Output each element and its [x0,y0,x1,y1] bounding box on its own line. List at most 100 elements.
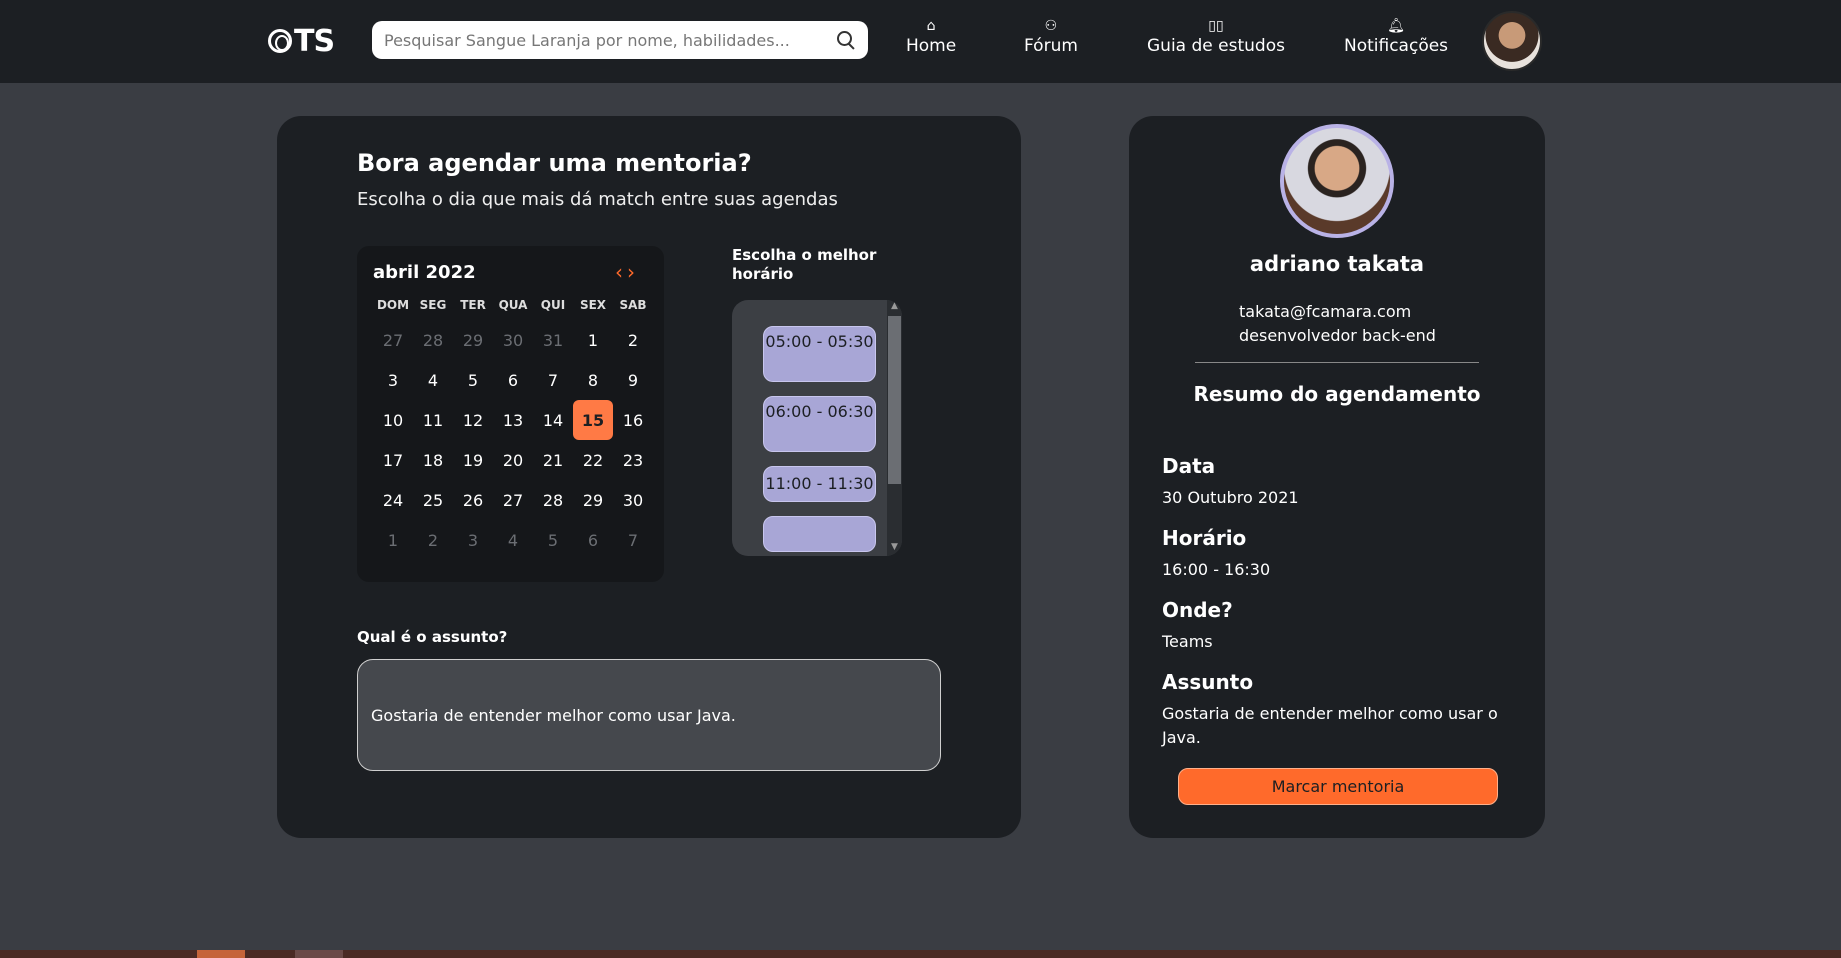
calendar-day: 30 [502,330,524,350]
calendar-day[interactable]: 3 [373,360,413,400]
scrollbar[interactable]: ▲ ▼ [887,300,902,556]
calendar-day[interactable]: 24 [373,480,413,520]
calendar-month: abril 2022 [373,262,476,283]
time-slot-partial[interactable] [763,516,876,552]
calendar-day[interactable]: 21 [533,440,573,480]
subject-label: Qual é o assunto? [357,628,508,646]
calendar-day-selected[interactable]: 15 [573,400,613,440]
bottom-strip-segment [295,950,343,958]
where-label: Onde? [1162,598,1233,622]
calendar-day[interactable]: 25 [413,480,453,520]
bottom-strip [0,950,1841,958]
time-slot[interactable]: 06:00 - 06:30 [763,396,876,452]
calendar-day[interactable]: 13 [493,400,533,440]
nav-home[interactable]: ⌂ Home [906,18,956,56]
calendar-day[interactable]: 11 [413,400,453,440]
search-bar [372,21,868,59]
logo[interactable]: TS [268,20,335,62]
calendar-day: 27 [382,330,404,350]
calendar-day[interactable]: 2 [613,320,653,360]
calendar-day[interactable]: 16 [613,400,653,440]
chevron-left-icon[interactable]: ‹ [615,260,627,284]
calendar-day[interactable]: 29 [573,480,613,520]
scroll-down-icon[interactable]: ▼ [889,542,900,552]
summary-card: adriano takata takata@fcamara.com desenv… [1129,116,1545,838]
logo-circle-icon [268,29,292,53]
nav-notifications-label: Notificações [1344,36,1449,56]
mentor-avatar [1280,124,1394,238]
calendar-day[interactable]: 26 [453,480,493,520]
calendar-day[interactable]: 10 [373,400,413,440]
calendar-day[interactable]: 20 [493,440,533,480]
nav-study-guide[interactable]: ▯▯ Guia de estudos [1147,18,1285,56]
time-slot-list: 05:00 - 05:30 06:00 - 06:30 11:00 - 11:3… [732,300,902,556]
scroll-up-icon[interactable]: ▲ [889,301,900,311]
calendar-day[interactable]: 14 [533,400,573,440]
nav-home-label: Home [906,36,957,56]
calendar-day: 3 [467,530,479,550]
calendar: abril 2022 ‹› DOM SEG TER QUA QUI SEX SAB 27 28 2… [357,246,664,582]
calendar-day[interactable]: 8 [573,360,613,400]
calendar-day: 6 [587,530,599,550]
nav-notifications[interactable]: 🔔︎ Notificações [1344,18,1448,56]
calendar-day: 7 [627,530,639,550]
scrollbar-thumb[interactable] [888,316,901,484]
top-navbar: TS ⌂ Home ⚇ Fórum ▯▯ Guia de estudos 🔔︎ … [0,0,1841,83]
calendar-weekday: SEG [419,298,447,312]
bottom-strip-segment [197,950,245,958]
calendar-day: 5 [547,530,559,550]
users-icon: ⚇ [1044,18,1058,34]
subject-summary-value: Gostaria de entender melhor como usar o … [1162,704,1498,747]
calendar-weekday: TER [460,298,486,312]
mentor-name: adriano takata [1249,252,1425,276]
nav-study-guide-label: Guia de estudos [1147,36,1285,56]
calendar-day[interactable]: 18 [413,440,453,480]
home-icon: ⌂ [926,18,936,34]
page-title: Bora agendar uma mentoria? [357,149,752,177]
calendar-weekday: QUA [498,298,528,312]
summary-title: Resumo do agendamento [1193,382,1481,406]
search-input[interactable] [384,30,836,50]
calendar-day[interactable]: 19 [453,440,493,480]
calendar-day[interactable]: 12 [453,400,493,440]
calendar-day[interactable]: 22 [573,440,613,480]
calendar-day: 29 [462,330,484,350]
time-slot[interactable]: 11:00 - 11:30 [763,466,876,502]
logo-text: TS [294,23,335,59]
user-avatar[interactable] [1482,11,1542,71]
calendar-weekday: QUI [540,298,566,312]
calendar-nav: ‹› [615,260,639,284]
divider [1195,362,1479,363]
subject-textarea[interactable]: Gostaria de entender melhor como usar Ja… [357,659,941,771]
calendar-weekday: SEX [579,298,607,312]
calendar-day[interactable]: 5 [453,360,493,400]
calendar-day: 2 [427,530,439,550]
chevron-right-icon[interactable]: › [627,260,639,284]
calendar-day[interactable]: 27 [493,480,533,520]
nav-forum[interactable]: ⚇ Fórum [1024,18,1078,56]
subject-summary-label: Assunto [1162,670,1254,694]
mentor-role: desenvolvedor back-end [1239,326,1436,345]
time-label: Horário [1162,526,1247,550]
calendar-day[interactable]: 28 [533,480,573,520]
calendar-day[interactable]: 23 [613,440,653,480]
date-value: 30 Outubro 2021 [1162,488,1299,507]
book-mentoring-button[interactable]: Marcar mentoria [1178,768,1498,805]
date-label: Data [1162,454,1216,478]
time-slot[interactable]: 05:00 - 05:30 [763,326,876,382]
book-icon: ▯▯ [1208,18,1224,34]
calendar-weekday: DOM [376,298,410,312]
calendar-day[interactable]: 6 [493,360,533,400]
schedule-card: Bora agendar uma mentoria? Escolha o dia… [277,116,1021,838]
calendar-day[interactable]: 30 [613,480,653,520]
calendar-day[interactable]: 1 [573,320,613,360]
calendar-day[interactable]: 9 [613,360,653,400]
calendar-day[interactable]: 17 [373,440,413,480]
time-value: 16:00 - 16:30 [1162,560,1271,579]
mentor-email: takata@fcamara.com [1239,302,1412,321]
calendar-day[interactable]: 7 [533,360,573,400]
search-icon[interactable] [836,30,856,50]
bell-icon: 🔔︎ [1387,18,1405,34]
calendar-day[interactable]: 4 [413,360,453,400]
calendar-day: 28 [422,330,444,350]
